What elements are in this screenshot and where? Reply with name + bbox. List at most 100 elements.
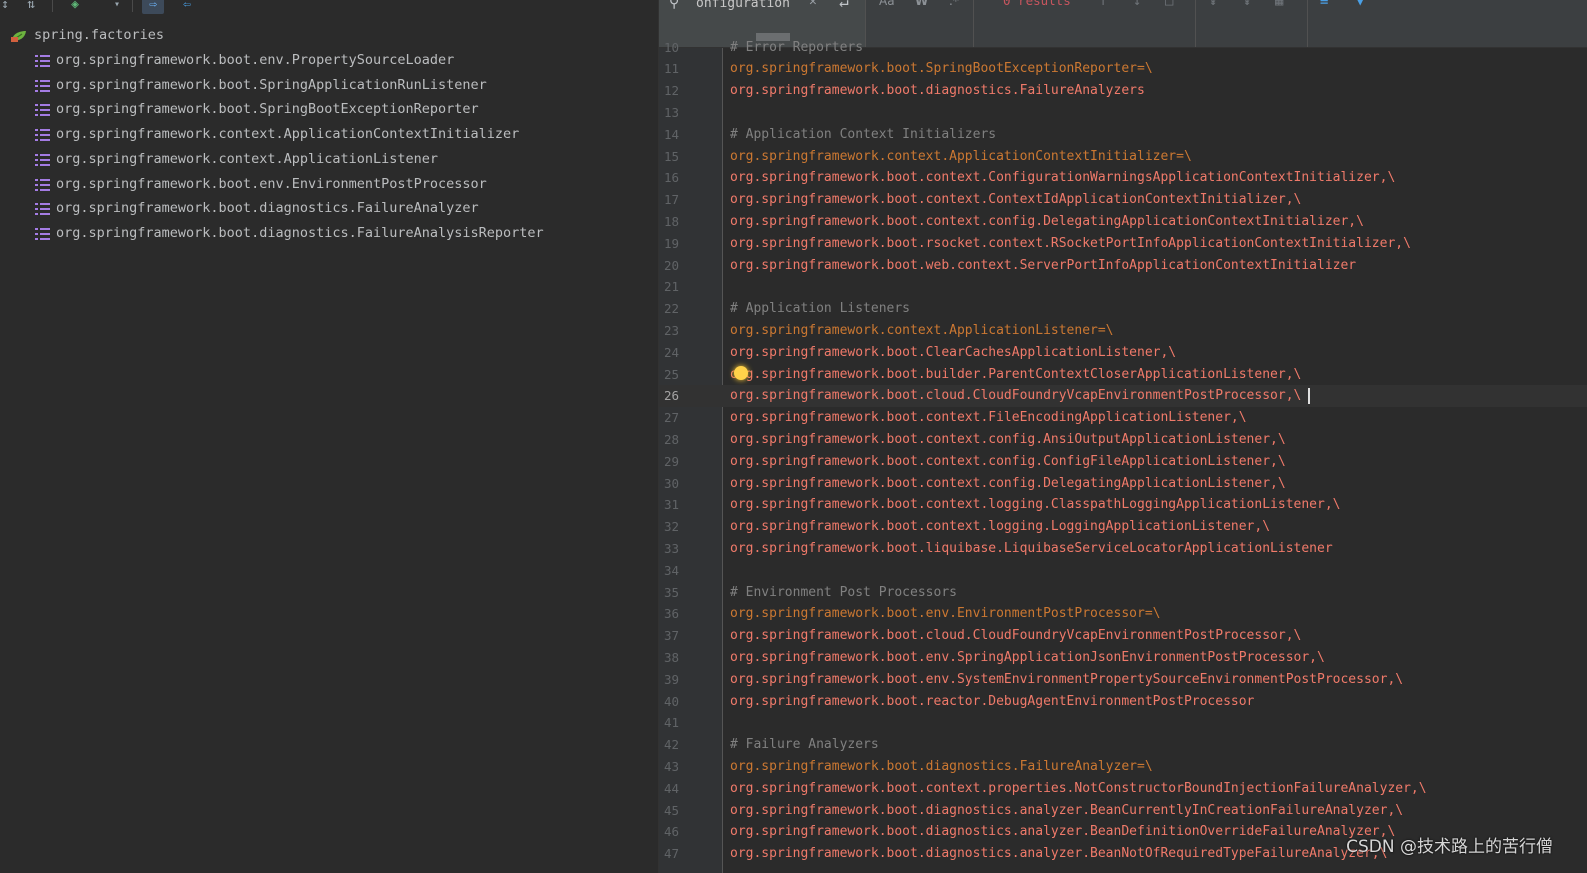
- new-line-icon[interactable]: ↵: [839, 0, 849, 11]
- property-value: org.springframework.boot.diagnostics.ana…: [730, 846, 1388, 862]
- tree-item[interactable]: org.springframework.boot.SpringBootExcep…: [35, 97, 479, 121]
- line-number: 12: [663, 83, 679, 99]
- code-line[interactable]: 11 org.springframework.boot.SpringBootExc…: [659, 58, 1587, 80]
- property-list-icon: [35, 128, 50, 141]
- next-occurrence-icon[interactable]: ↓: [1133, 0, 1141, 9]
- code-line[interactable]: 13: [659, 101, 1587, 123]
- code-line[interactable]: 25 org.springframework.boot.builder.Paren…: [659, 363, 1587, 385]
- code-line[interactable]: 27 org.springframework.boot.context.FileE…: [659, 407, 1587, 429]
- add-occurrence-icon[interactable]: ↡: [1209, 0, 1217, 9]
- property-list-icon: [35, 178, 50, 191]
- property-value: org.springframework.boot.cloud.CloudFoun…: [730, 628, 1302, 644]
- line-number: 15: [663, 148, 679, 164]
- property-list-icon: [35, 202, 50, 215]
- remove-occurrence-icon[interactable]: ↡: [1243, 0, 1251, 9]
- line-number: 27: [663, 410, 679, 426]
- sort-by-type-icon[interactable]: ⇅: [20, 0, 42, 14]
- tree-item[interactable]: org.springframework.boot.diagnostics.Fai…: [35, 196, 479, 220]
- code-line[interactable]: 39 org.springframework.boot.env.SystemEnv…: [659, 668, 1587, 690]
- show-fields-icon[interactable]: ◈: [64, 0, 86, 14]
- line-number: 35: [663, 584, 679, 600]
- code-line[interactable]: 44 org.springframework.boot.context.prope…: [659, 777, 1587, 799]
- toolbar-separator: [132, 0, 133, 12]
- code-line[interactable]: 43 org.springframework.boot.diagnostics.F…: [659, 755, 1587, 777]
- whole-words-toggle[interactable]: W: [915, 0, 928, 8]
- line-number: 36: [663, 606, 679, 622]
- code-line[interactable]: 14 # Application Context Initializers: [659, 123, 1587, 145]
- code-comment: # Environment Post Processors: [730, 584, 957, 600]
- code-line[interactable]: 31 org.springframework.boot.context.loggi…: [659, 494, 1587, 516]
- line-number: 30: [663, 475, 679, 491]
- search-icon[interactable]: ⚲: [669, 0, 679, 11]
- line-number: 11: [663, 61, 679, 77]
- code-line[interactable]: 35 # Environment Post Processors: [659, 581, 1587, 603]
- property-value: org.springframework.boot.diagnostics.ana…: [730, 802, 1404, 818]
- code-line[interactable]: 45 org.springframework.boot.diagnostics.a…: [659, 799, 1587, 821]
- line-number: 24: [663, 344, 679, 360]
- code-line[interactable]: 32 org.springframework.boot.context.loggi…: [659, 516, 1587, 538]
- select-all-occurrences-icon[interactable]: ▦: [1275, 0, 1283, 9]
- tree-item[interactable]: org.springframework.boot.env.Environment…: [35, 172, 487, 196]
- autoscroll-to-source-icon[interactable]: ⇨: [142, 0, 164, 14]
- code-line[interactable]: 42 # Failure Analyzers: [659, 734, 1587, 756]
- code-line[interactable]: 38 org.springframework.boot.env.SpringApp…: [659, 646, 1587, 668]
- intention-bulb-icon[interactable]: [734, 366, 748, 380]
- filter-icon[interactable]: ▼: [1356, 0, 1364, 9]
- code-line[interactable]: 15 org.springframework.context.Applicatio…: [659, 145, 1587, 167]
- line-number: 47: [663, 846, 679, 862]
- code-line[interactable]: 10 # Error Reporters: [659, 36, 1587, 58]
- code-line[interactable]: 34: [659, 559, 1587, 581]
- property-list-icon: [35, 227, 50, 240]
- tree-item[interactable]: org.springframework.boot.diagnostics.Fai…: [35, 221, 544, 245]
- code-line[interactable]: 23 org.springframework.context.Applicatio…: [659, 319, 1587, 341]
- filter-search-results-icon[interactable]: □: [1165, 0, 1173, 9]
- code-line[interactable]: 37 org.springframework.boot.cloud.CloudFo…: [659, 625, 1587, 647]
- line-number: 32: [663, 519, 679, 535]
- match-case-toggle[interactable]: Aa: [879, 0, 895, 8]
- search-input[interactable]: [696, 0, 806, 12]
- code-line[interactable]: 40 org.springframework.boot.reactor.Debug…: [659, 690, 1587, 712]
- line-number: 34: [663, 562, 679, 578]
- previous-occurrence-icon[interactable]: ↑: [1099, 0, 1107, 9]
- code-editor[interactable]: 10 # Error Reporters 11 org.springframework…: [659, 40, 1587, 873]
- code-line[interactable]: 22 # Application Listeners: [659, 298, 1587, 320]
- regex-toggle[interactable]: .*: [949, 0, 959, 8]
- property-value: org.springframework.boot.env.SpringAppli…: [730, 649, 1325, 665]
- in-selection-icon[interactable]: ≡: [1320, 0, 1328, 9]
- code-line[interactable]: 26 org.springframework.boot.cloud.CloudFo…: [659, 384, 1587, 407]
- tree-item[interactable]: org.springframework.boot.env.PropertySou…: [35, 48, 454, 72]
- code-line[interactable]: 19 org.springframework.boot.rsocket.conte…: [659, 232, 1587, 254]
- tree-root-node[interactable]: spring.factories: [10, 23, 164, 47]
- line-number: 16: [663, 170, 679, 186]
- property-value: org.springframework.boot.cloud.CloudFoun…: [730, 388, 1302, 404]
- tree-item[interactable]: org.springframework.context.ApplicationC…: [35, 122, 519, 146]
- property-value: org.springframework.boot.liquibase.Liqui…: [730, 540, 1333, 556]
- more-options-chevron-icon[interactable]: ▾: [106, 0, 128, 14]
- code-line[interactable]: 33 org.springframework.boot.liquibase.Liq…: [659, 537, 1587, 559]
- autoscroll-from-source-icon[interactable]: ⇦: [176, 0, 198, 14]
- tree-item-label: org.springframework.boot.SpringBootExcep…: [56, 101, 479, 117]
- csdn-watermark: CSDN @技术路上的苦行僧: [1346, 837, 1553, 857]
- code-line[interactable]: 17 org.springframework.boot.context.Conte…: [659, 189, 1587, 211]
- code-line[interactable]: 29 org.springframework.boot.context.confi…: [659, 450, 1587, 472]
- clear-search-icon[interactable]: ✕: [809, 0, 817, 9]
- code-line[interactable]: 21: [659, 276, 1587, 298]
- tree-item-label: org.springframework.boot.diagnostics.Fai…: [56, 200, 479, 216]
- property-value: org.springframework.boot.rsocket.context…: [730, 235, 1411, 251]
- code-line[interactable]: 30 org.springframework.boot.context.confi…: [659, 472, 1587, 494]
- tree-item[interactable]: org.springframework.context.ApplicationL…: [35, 147, 438, 171]
- code-line[interactable]: 12 org.springframework.boot.diagnostics.F…: [659, 80, 1587, 102]
- sort-alpha-icon[interactable]: ↕: [0, 0, 16, 14]
- code-line[interactable]: 28 org.springframework.boot.context.confi…: [659, 428, 1587, 450]
- property-list-icon: [35, 103, 50, 116]
- tree-item[interactable]: org.springframework.boot.SpringApplicati…: [35, 73, 487, 97]
- code-line[interactable]: 24 org.springframework.boot.ClearCachesAp…: [659, 341, 1587, 363]
- code-line[interactable]: 41: [659, 712, 1587, 734]
- property-value: org.springframework.boot.builder.ParentC…: [730, 366, 1302, 382]
- property-value: org.springframework.boot.context.config.…: [730, 431, 1286, 447]
- code-line[interactable]: 36 org.springframework.boot.env.Environme…: [659, 603, 1587, 625]
- code-line[interactable]: 16 org.springframework.boot.context.Confi…: [659, 167, 1587, 189]
- code-line[interactable]: 18 org.springframework.boot.context.confi…: [659, 210, 1587, 232]
- code-line[interactable]: 20 org.springframework.boot.web.context.S…: [659, 254, 1587, 276]
- code-comment: # Application Listeners: [730, 301, 911, 317]
